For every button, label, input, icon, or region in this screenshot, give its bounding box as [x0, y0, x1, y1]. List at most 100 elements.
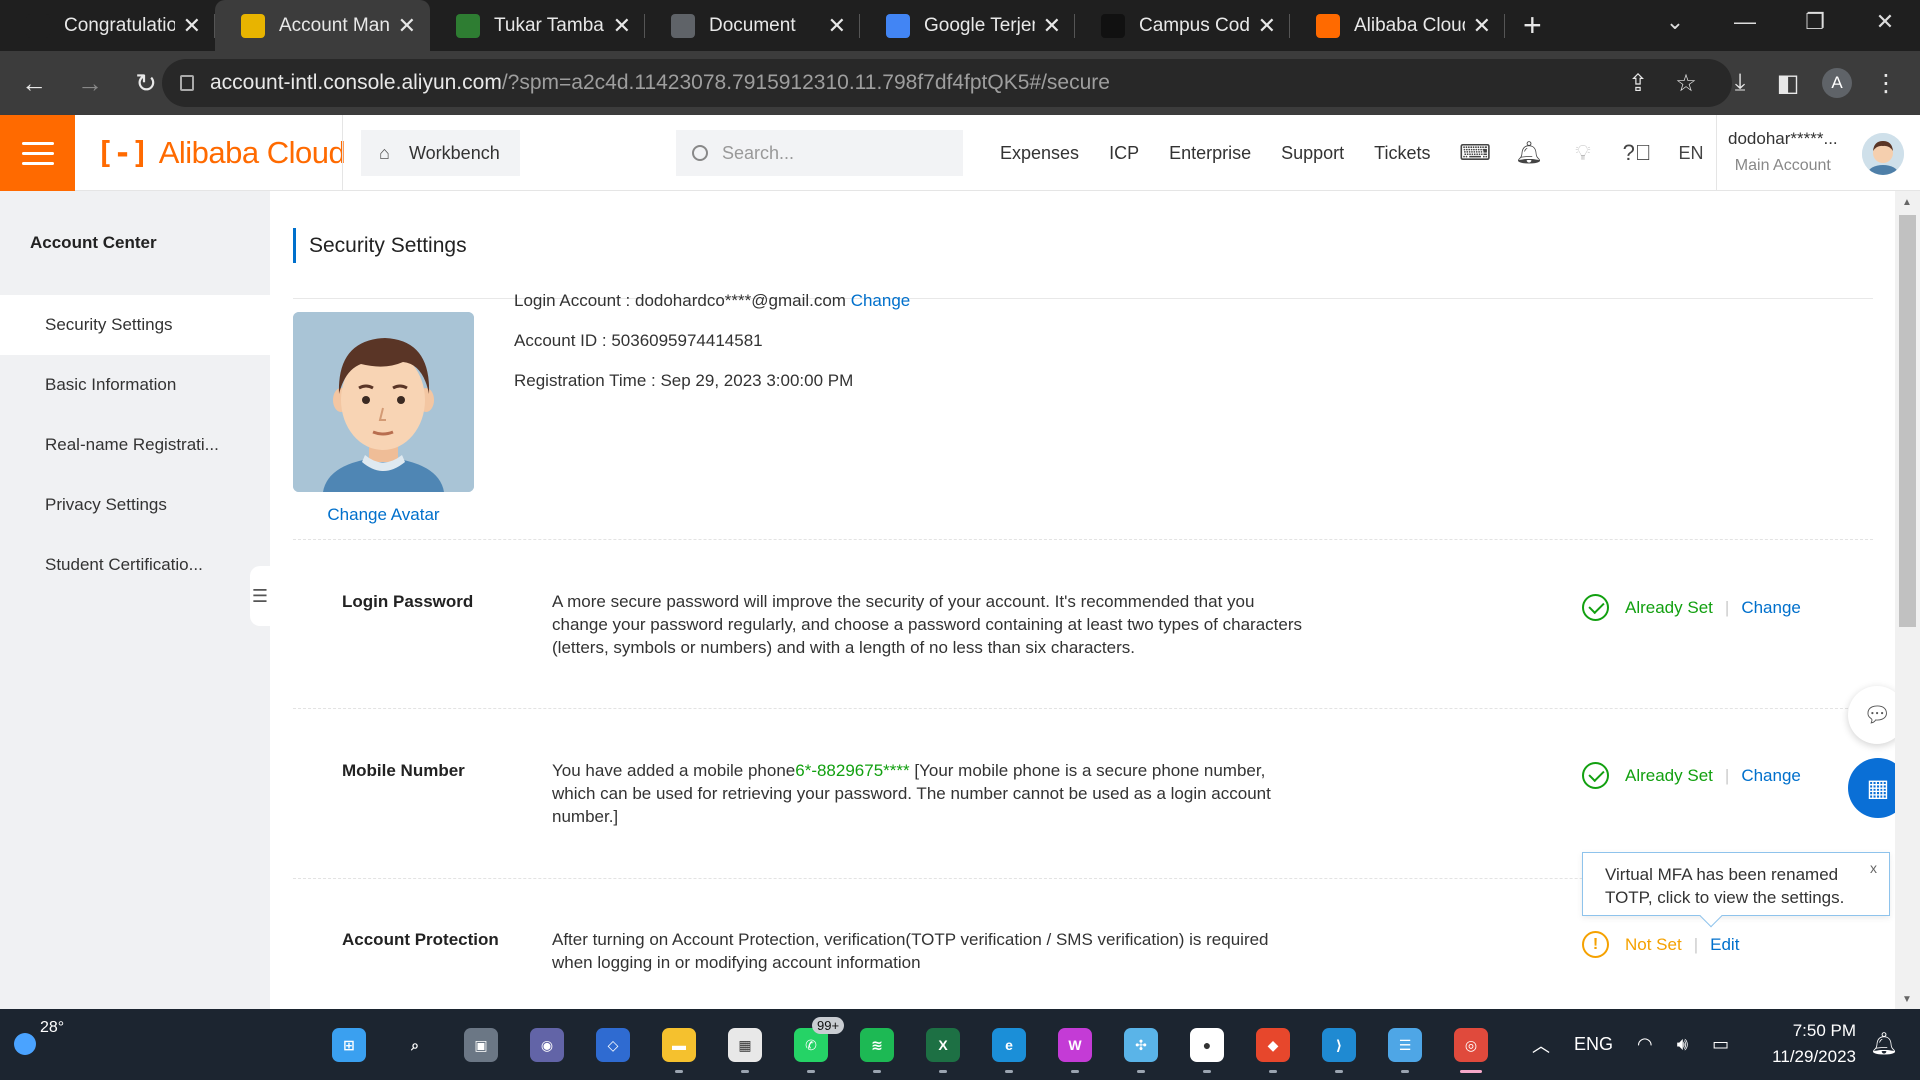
language-switch[interactable]: EN [1664, 143, 1718, 164]
wifi-icon[interactable]: ◠ [1637, 1034, 1653, 1055]
tooltip-close-button[interactable]: x [1870, 857, 1877, 880]
forward-button[interactable]: → [68, 68, 112, 99]
workbench-button[interactable]: ⌂ Workbench [361, 130, 520, 176]
taskbar-app[interactable]: ▦ [712, 1017, 778, 1073]
scroll-up-arrow-icon[interactable]: ▲ [1902, 197, 1912, 208]
page-icon [241, 13, 265, 38]
check-circle-icon [1582, 762, 1609, 789]
close-tab-icon[interactable]: ✕ [613, 13, 631, 39]
sidebar-item-student-certification[interactable]: Student Certificatio... [0, 535, 270, 595]
account-avatar[interactable] [1862, 133, 1904, 175]
taskbar-app[interactable]: ◆ [1240, 1017, 1306, 1073]
browser-tab[interactable]: Tukar Tambah ✕ [430, 0, 645, 51]
notification-bell-icon[interactable]: 🔔︎ [1870, 1031, 1898, 1057]
browser-tab[interactable]: Alibaba Cloud ✕ [1290, 0, 1505, 51]
taskbar-app[interactable]: ▣ [448, 1017, 514, 1073]
browser-tab[interactable]: Document ✕ [645, 0, 860, 51]
taskbar-app[interactable]: ✆ 99+ [778, 1017, 845, 1073]
sidebar-item-security-settings[interactable]: Security Settings [0, 295, 270, 355]
help-icon[interactable]: ?⃝ [1610, 140, 1664, 166]
bell-icon[interactable]: 🔔︎ [1502, 140, 1556, 166]
taskbar-app[interactable]: ◇ [580, 1017, 646, 1073]
taskbar-app[interactable]: ☰ [1372, 1017, 1438, 1073]
nav-icp[interactable]: ICP [1109, 143, 1139, 164]
taskbar-clock[interactable]: 7:50 PM 11/29/2023 [1760, 1021, 1856, 1073]
browser-tab[interactable]: Google Terjem ✕ [860, 0, 1075, 51]
taskbar-app[interactable]: ✣ [1108, 1017, 1174, 1073]
nav-tickets[interactable]: Tickets [1374, 143, 1430, 164]
teams-chat-icon: ◉ [530, 1028, 564, 1062]
mobile-number-status: Already Set | Change [1582, 762, 1801, 789]
change-avatar-link[interactable]: Change Avatar [293, 505, 474, 525]
close-tab-icon[interactable]: ✕ [1258, 13, 1276, 39]
taskbar-app[interactable]: ⌕ [382, 1017, 448, 1073]
file-explorer-icon: ▬ [662, 1028, 696, 1062]
close-window-button[interactable]: ✕ [1850, 9, 1920, 35]
sidebar-item-real-name-registration[interactable]: Real-name Registrati... [0, 415, 270, 475]
taskbar-app[interactable]: e [976, 1017, 1042, 1073]
restore-button[interactable]: ❐ [1780, 9, 1850, 35]
close-tab-icon[interactable]: ✕ [828, 13, 846, 39]
bookmark-star-icon[interactable]: ☆ [1662, 69, 1710, 98]
taskbar-app[interactable]: ≋ [844, 1017, 910, 1073]
taskbar-app[interactable]: ⟩ [1306, 1017, 1372, 1073]
taskbar-app[interactable]: ▬ [646, 1017, 712, 1073]
input-language[interactable]: ENG [1574, 1034, 1613, 1055]
login-password-label: Login Password [342, 592, 474, 611]
taskbar-app[interactable]: X [910, 1017, 976, 1073]
sidebar-collapse-icon[interactable]: ☰ [250, 566, 270, 626]
sidebar-item-privacy-settings[interactable]: Privacy Settings [0, 475, 270, 535]
taskbar-app[interactable]: ◉ [514, 1017, 580, 1073]
running-indicator [1203, 1070, 1211, 1073]
account-id-label: Account ID : [514, 331, 612, 350]
sidebar-item-basic-information[interactable]: Basic Information [0, 355, 270, 415]
weather-widget[interactable]: 28° [14, 1019, 64, 1055]
battery-icon[interactable]: ▭ [1712, 1034, 1729, 1055]
search-input[interactable]: Search... [676, 130, 963, 176]
totp-rename-tooltip[interactable]: Virtual MFA has been renamed TOTP, click… [1582, 852, 1890, 928]
edit-account-protection-link[interactable]: Edit [1710, 935, 1739, 955]
minimize-button[interactable]: — [1710, 9, 1780, 35]
tray-overflow-icon[interactable]: ︿ [1532, 1032, 1550, 1058]
share-icon[interactable]: ⇪ [1614, 69, 1662, 98]
url-path: /?spm=a2c4d.11423078.7915912310.11.798f7… [501, 71, 1110, 94]
scrollbar-thumb[interactable] [1899, 215, 1916, 627]
taskbar-app[interactable]: W [1042, 1017, 1108, 1073]
account-center-sidebar: Account Center Security Settings Basic I… [0, 191, 270, 1009]
taskbar-app[interactable]: ⊞ [316, 1017, 382, 1073]
close-tab-icon[interactable]: ✕ [1473, 13, 1491, 39]
account-menu[interactable]: dodohar*****... Main Account [1728, 129, 1838, 175]
page-scrollbar[interactable]: ▲ ▼ [1895, 191, 1920, 1009]
browser-tab[interactable]: Congratulatio ✕ [0, 0, 215, 51]
address-bar[interactable]: account-intl.console.aliyun.com/?spm=a2c… [162, 59, 1732, 107]
hamburger-menu-icon[interactable] [0, 115, 75, 191]
nav-expenses[interactable]: Expenses [1000, 143, 1079, 164]
volume-icon[interactable]: 🔊︎ [1677, 1034, 1688, 1055]
lightbulb-icon[interactable]: 💡︎ [1556, 140, 1610, 166]
new-tab-button[interactable]: + [1523, 7, 1542, 44]
side-panel-icon[interactable]: ◧ [1764, 69, 1812, 98]
taskbar-app[interactable]: ◎ [1438, 1017, 1504, 1073]
taskbar-app[interactable]: ● [1174, 1017, 1240, 1073]
browser-tab[interactable]: Account Mana ✕ [215, 0, 430, 51]
account-protection-status: ! Not Set | Edit [1582, 931, 1739, 958]
tab-title: Document [709, 14, 796, 36]
close-tab-icon[interactable]: ✕ [183, 13, 201, 39]
change-mobile-link[interactable]: Change [1741, 766, 1801, 786]
close-tab-icon[interactable]: ✕ [398, 13, 416, 39]
scroll-down-arrow-icon[interactable]: ▼ [1902, 994, 1912, 1005]
tab-title: Account Mana [279, 14, 390, 36]
terminal-icon[interactable]: ⌨ [1448, 140, 1502, 166]
nav-support[interactable]: Support [1281, 143, 1344, 164]
download-icon[interactable]: ⤓ [1716, 69, 1764, 97]
change-password-link[interactable]: Change [1741, 598, 1801, 618]
profile-avatar[interactable]: A [1822, 68, 1852, 98]
alibaba-cloud-logo[interactable]: [-] Alibaba Cloud [96, 135, 346, 171]
nav-enterprise[interactable]: Enterprise [1169, 143, 1251, 164]
change-login-account-link[interactable]: Change [851, 291, 911, 310]
back-button[interactable]: ← [12, 68, 56, 99]
browser-tab[interactable]: Campus Code ✕ [1075, 0, 1290, 51]
kebab-menu-icon[interactable]: ⋮ [1862, 69, 1910, 98]
close-tab-icon[interactable]: ✕ [1043, 13, 1061, 39]
tab-search-icon[interactable]: ⌄ [1640, 9, 1710, 35]
